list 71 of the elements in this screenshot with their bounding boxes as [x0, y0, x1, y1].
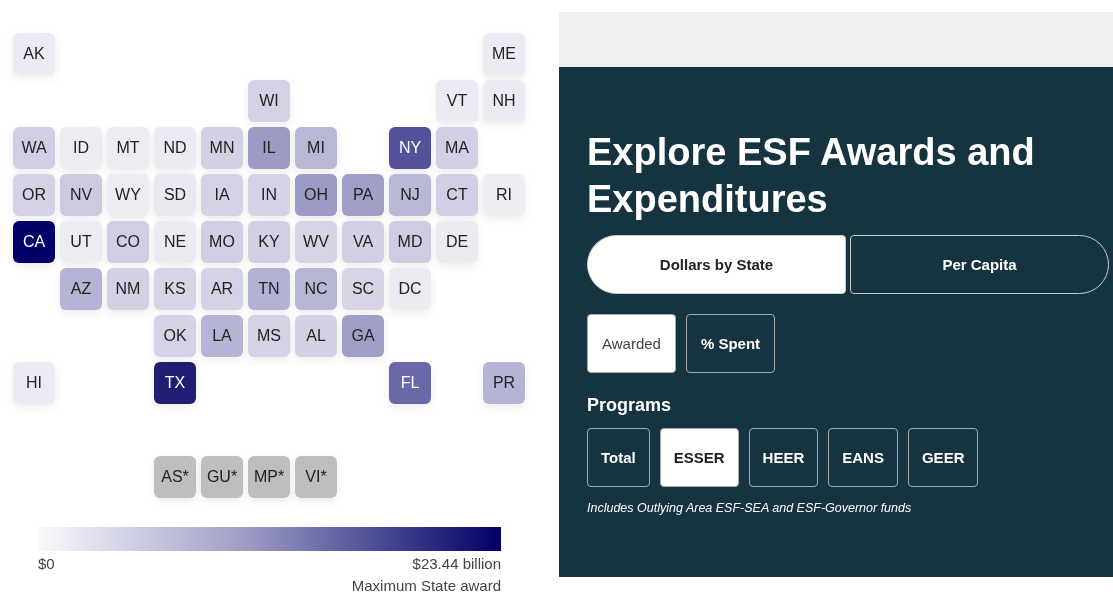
program-button[interactable]: Total	[587, 428, 650, 487]
state-tile[interactable]: NM	[107, 268, 149, 310]
territory-tile[interactable]: GU*	[201, 456, 243, 498]
state-tile[interactable]: KS	[154, 268, 196, 310]
state-tile[interactable]: MI	[295, 127, 337, 169]
measure-button[interactable]: % Spent	[685, 314, 776, 373]
state-tile[interactable]: VT	[436, 80, 478, 122]
state-tile[interactable]: RI	[483, 174, 525, 216]
state-tile[interactable]: CO	[107, 221, 149, 263]
state-tile[interactable]: SC	[342, 268, 384, 310]
panel-title: Explore ESF Awards and Expenditures	[587, 130, 1036, 222]
state-tile[interactable]: AK	[13, 33, 55, 75]
state-tile[interactable]: PA	[342, 174, 384, 216]
state-tile[interactable]: ID	[60, 127, 102, 169]
state-tile[interactable]: MO	[201, 221, 243, 263]
state-tile[interactable]: NC	[295, 268, 337, 310]
state-tile[interactable]: DE	[436, 221, 478, 263]
state-tile[interactable]: IN	[248, 174, 290, 216]
program-button[interactable]: EANS	[828, 428, 898, 487]
measure-button[interactable]: Awarded	[587, 314, 676, 373]
program-button[interactable]: ESSER	[659, 428, 739, 487]
state-tile[interactable]: LA	[201, 315, 243, 357]
state-tile[interactable]: CT	[436, 174, 478, 216]
state-tile[interactable]: GA	[342, 315, 384, 357]
state-tile[interactable]: TX	[154, 362, 196, 404]
view-toggle[interactable]: Per Capita	[850, 235, 1109, 294]
state-tile[interactable]: WI	[248, 80, 290, 122]
state-tile[interactable]: NY	[389, 127, 431, 169]
state-tile[interactable]: AL	[295, 315, 337, 357]
state-tile[interactable]: FL	[389, 362, 431, 404]
state-tile[interactable]: MT	[107, 127, 149, 169]
state-tile[interactable]: KY	[248, 221, 290, 263]
territory-tile[interactable]: MP*	[248, 456, 290, 498]
state-tile[interactable]: TN	[248, 268, 290, 310]
state-tile[interactable]: WY	[107, 174, 149, 216]
scale-max-label: $23.44 billion	[412, 555, 501, 572]
state-tile[interactable]: NJ	[389, 174, 431, 216]
state-tile[interactable]: HI	[13, 362, 55, 404]
state-tile[interactable]: ME	[483, 33, 525, 75]
state-tile[interactable]: UT	[60, 221, 102, 263]
state-tile[interactable]: CA	[13, 221, 55, 263]
program-button[interactable]: HEER	[748, 428, 819, 487]
state-tile[interactable]: MN	[201, 127, 243, 169]
state-tile[interactable]: IA	[201, 174, 243, 216]
state-tile[interactable]: WA	[13, 127, 55, 169]
state-tile[interactable]: OR	[13, 174, 55, 216]
view-toggle[interactable]: Dollars by State	[587, 235, 846, 294]
state-tile[interactable]: AZ	[60, 268, 102, 310]
state-tile[interactable]: NV	[60, 174, 102, 216]
state-tile[interactable]: ND	[154, 127, 196, 169]
state-tile[interactable]: PR	[483, 362, 525, 404]
funds-note: Includes Outlying Area ESF-SEA and ESF-Governor funds	[587, 501, 913, 515]
state-tile[interactable]: VA	[342, 221, 384, 263]
programs-heading: Programs	[587, 395, 673, 416]
state-tile[interactable]: OH	[295, 174, 337, 216]
state-tile[interactable]: MS	[248, 315, 290, 357]
state-tile[interactable]: SD	[154, 174, 196, 216]
state-tile[interactable]: NE	[154, 221, 196, 263]
state-tile[interactable]: MD	[389, 221, 431, 263]
program-button[interactable]: GEER	[907, 428, 979, 487]
state-tile[interactable]: IL	[248, 127, 290, 169]
state-tile[interactable]: AR	[201, 268, 243, 310]
territory-tile[interactable]: AS*	[154, 456, 196, 498]
state-tile[interactable]: WV	[295, 221, 337, 263]
state-tile[interactable]: NH	[483, 80, 525, 122]
scale-caption: Maximum State award	[350, 577, 501, 594]
state-tile[interactable]: DC	[389, 268, 431, 310]
scale-min-label: $0	[38, 555, 55, 572]
state-tile[interactable]: OK	[154, 315, 196, 357]
territory-tile[interactable]: VI*	[295, 456, 337, 498]
state-tile[interactable]: MA	[436, 127, 478, 169]
